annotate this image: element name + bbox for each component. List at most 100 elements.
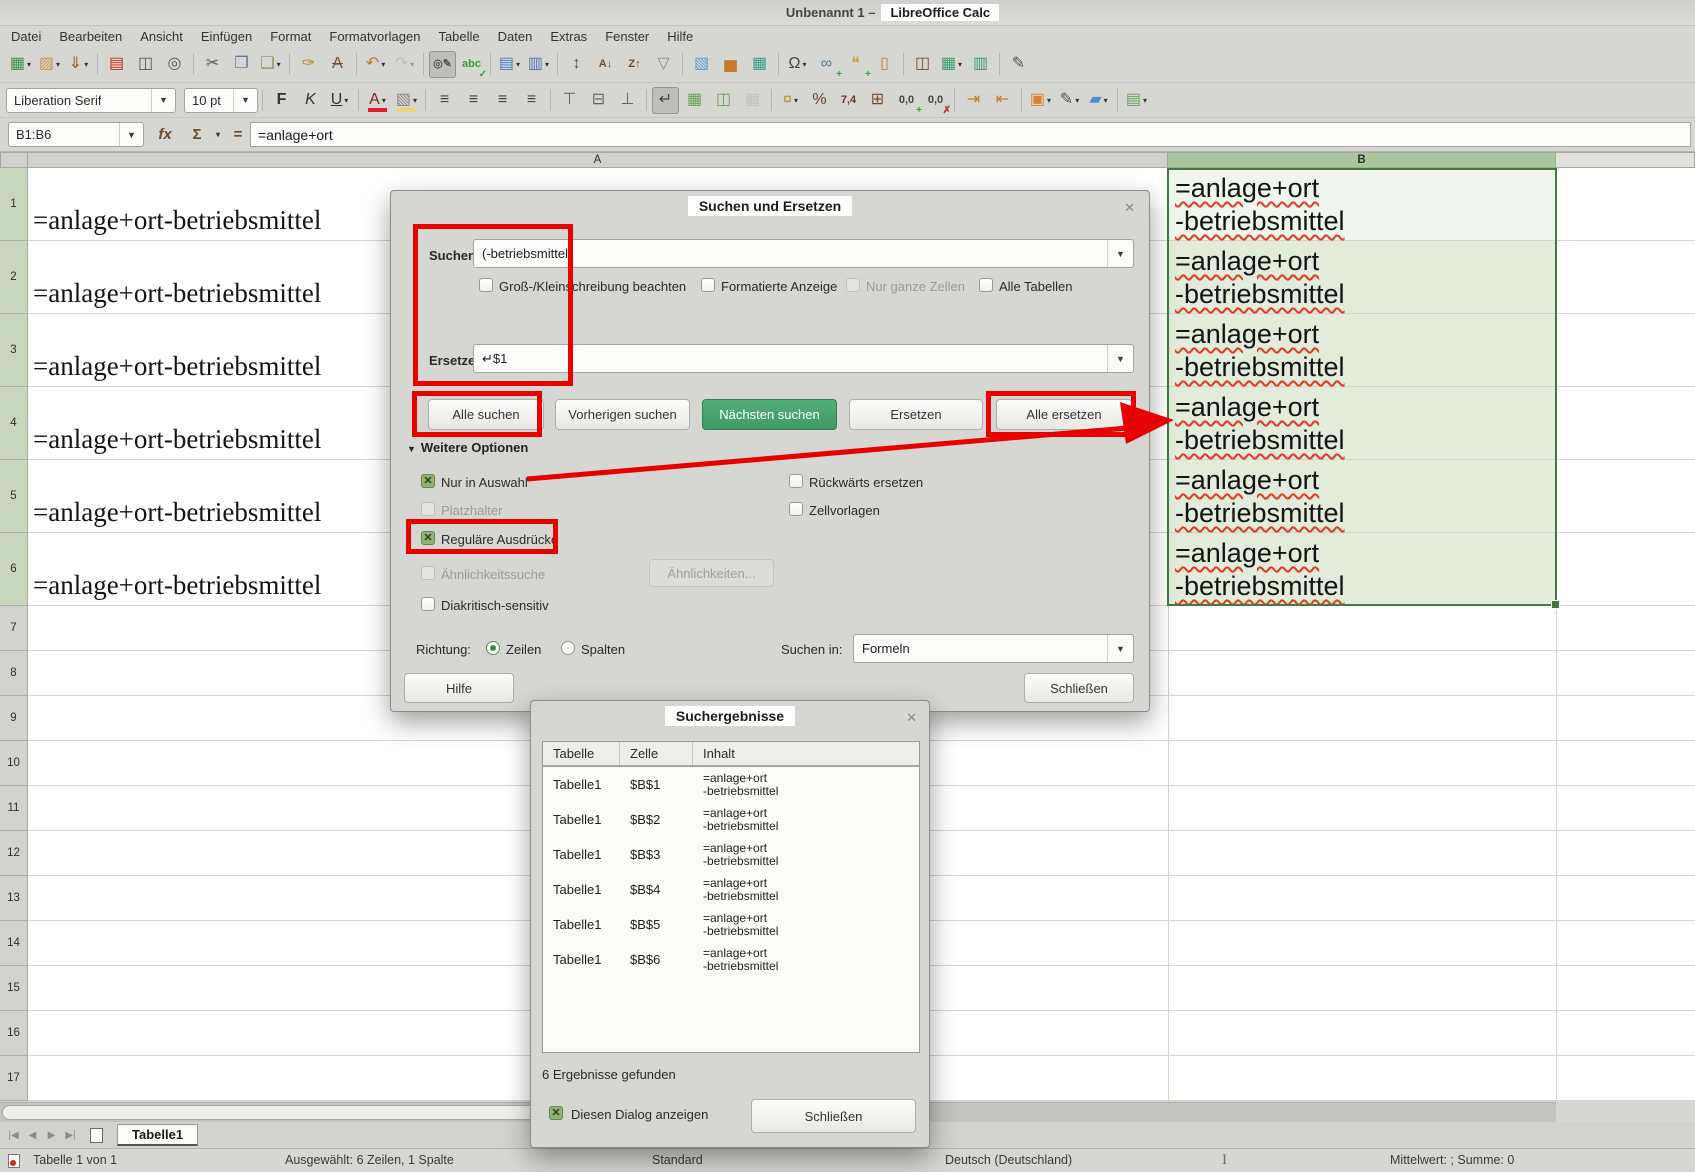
column-icon[interactable]: ▥▾ <box>525 51 552 78</box>
merge-center-icon[interactable]: ◫ <box>710 87 737 114</box>
result-row-b4[interactable]: Tabelle1$B$4=anlage+ort-betriebsmittel <box>543 872 919 907</box>
chevron-down-icon[interactable]: ▾ <box>344 96 348 105</box>
column-header-cell[interactable]: Zelle <box>620 742 693 765</box>
menu-item-daten[interactable]: Daten <box>489 28 542 45</box>
chevron-down-icon[interactable]: ▾ <box>27 60 31 69</box>
selection-fill-handle[interactable] <box>1551 600 1560 609</box>
formatted-display-checkbox[interactable] <box>701 278 715 292</box>
column-header-partial[interactable] <box>1556 152 1695 168</box>
row-header-8[interactable]: 8 <box>0 651 28 696</box>
show-draw-functions-icon[interactable]: ✎ <box>1005 51 1032 78</box>
dialog-titlebar[interactable]: Suchergebnisse <box>531 708 929 726</box>
font-name-combobox[interactable]: Liberation Serif ▼ <box>6 88 176 113</box>
status-sheet-position[interactable]: Tabelle 1 von 1 <box>33 1153 117 1167</box>
row-header-3[interactable]: 3 <box>0 314 28 387</box>
show-dialog-checkbox[interactable] <box>549 1106 563 1120</box>
replace-button[interactable]: Ersetzen <box>849 399 983 430</box>
bold-icon[interactable]: F <box>268 87 295 114</box>
borders-icon[interactable]: ▣▾ <box>1027 87 1054 114</box>
menu-item-extras[interactable]: Extras <box>541 28 596 45</box>
row-header-2[interactable]: 2 <box>0 241 28 314</box>
align-top-icon[interactable]: ⊤ <box>556 87 583 114</box>
menu-item-format[interactable]: Format <box>261 28 320 45</box>
chevron-down-icon[interactable]: ▾ <box>382 96 386 105</box>
result-row-b6[interactable]: Tabelle1$B$6=anlage+ort-betriebsmittel <box>543 942 919 977</box>
chevron-down-icon[interactable]: ▼ <box>1107 240 1133 267</box>
dialog-titlebar[interactable]: Suchen und Ersetzen <box>391 198 1149 216</box>
all-sheets-checkbox[interactable] <box>979 278 993 292</box>
align-right-icon[interactable]: ≡ <box>489 87 516 114</box>
print-preview-icon[interactable]: ◎ <box>161 51 188 78</box>
freeze-rows-columns-icon[interactable]: ▦▾ <box>938 51 965 78</box>
add-decimal-icon[interactable]: 0,0+ <box>893 87 920 114</box>
equals-icon[interactable]: = <box>228 122 248 147</box>
insert-hyperlink-icon[interactable]: ∞+ <box>813 51 840 78</box>
clear-formatting-icon[interactable]: A <box>324 51 351 78</box>
replace-all-button[interactable]: Alle ersetzen <box>996 399 1132 430</box>
chevron-down-icon[interactable]: ▾ <box>212 122 224 147</box>
row-icon[interactable]: ▤▾ <box>496 51 523 78</box>
insert-image-icon[interactable]: ▧ <box>688 51 715 78</box>
insert-comment-icon[interactable]: ❝+ <box>842 51 869 78</box>
row-header-13[interactable]: 13 <box>0 876 28 921</box>
close-button[interactable]: Schließen <box>1024 673 1134 703</box>
insert-chart-icon[interactable]: ▅ <box>717 51 744 78</box>
select-all-corner[interactable] <box>0 152 28 168</box>
font-color-icon[interactable]: A▾ <box>364 87 391 114</box>
highlighting-color-icon[interactable]: ▧▾ <box>393 87 420 114</box>
chevron-down-icon[interactable]: ▾ <box>1143 96 1147 105</box>
status-language[interactable]: Deutsch (Deutschland) <box>945 1153 1072 1167</box>
chevron-down-icon[interactable]: ▾ <box>381 60 385 69</box>
status-page-style[interactable]: Standard <box>652 1153 703 1167</box>
search-results-list[interactable]: Tabelle Zelle Inhalt Tabelle1$B$1=anlage… <box>542 741 920 1053</box>
wrap-text-icon[interactable]: ↵ <box>652 87 679 114</box>
chevron-down-icon[interactable]: ▾ <box>1047 96 1051 105</box>
justified-icon[interactable]: ≡ <box>518 87 545 114</box>
conditional-formatting-icon[interactable]: ▤▾ <box>1123 87 1150 114</box>
match-case-checkbox[interactable] <box>479 278 493 292</box>
row-header-11[interactable]: 11 <box>0 786 28 831</box>
name-box[interactable]: B1:B6 ▼ <box>8 122 144 147</box>
row-header-10[interactable]: 10 <box>0 741 28 786</box>
menu-item-datei[interactable]: Datei <box>2 28 50 45</box>
find-replace-icon[interactable]: ◎✎ <box>429 51 456 78</box>
autofilter-icon[interactable]: ▽ <box>650 51 677 78</box>
underline-icon[interactable]: U▾ <box>326 87 353 114</box>
current-selection-only-checkbox[interactable] <box>421 474 435 488</box>
row-header-14[interactable]: 14 <box>0 921 28 966</box>
menu-item-einfügen[interactable]: Einfügen <box>192 28 261 45</box>
help-button[interactable]: Hilfe <box>404 673 514 703</box>
close-icon[interactable]: ✕ <box>906 710 917 726</box>
search-input[interactable]: (-betriebsmittel) ▼ <box>473 239 1134 268</box>
menu-item-fenster[interactable]: Fenster <box>596 28 658 45</box>
row-header-12[interactable]: 12 <box>0 831 28 876</box>
formula-input[interactable]: =anlage+ort <box>250 122 1691 147</box>
regular-expressions-checkbox[interactable] <box>421 531 435 545</box>
other-options-expander[interactable]: ▼Weitere Optionen <box>407 440 528 455</box>
chevron-down-icon[interactable]: ▼ <box>1107 635 1133 662</box>
chevron-down-icon[interactable]: ▾ <box>802 60 806 69</box>
sort-icon[interactable]: ↕ <box>563 51 590 78</box>
insert-pivot-table-icon[interactable]: ▦ <box>746 51 773 78</box>
find-all-button[interactable]: Alle suchen <box>428 399 544 430</box>
export-pdf-icon[interactable]: ▤ <box>103 51 130 78</box>
row-header-17[interactable]: 17 <box>0 1056 28 1101</box>
new-document-icon[interactable]: ▦▾ <box>7 51 34 78</box>
column-header-b[interactable]: B <box>1168 152 1556 168</box>
close-icon[interactable]: ✕ <box>1124 200 1135 216</box>
number-format-icon[interactable]: 7,4 <box>835 87 862 114</box>
copy-icon[interactable]: ❐ <box>228 51 255 78</box>
row-header-16[interactable]: 16 <box>0 1011 28 1056</box>
chevron-down-icon[interactable]: ▾ <box>1075 96 1079 105</box>
status-selection-info[interactable]: Ausgewählt: 6 Zeilen, 1 Spalte <box>285 1153 454 1167</box>
find-previous-button[interactable]: Vorherigen suchen <box>555 399 690 430</box>
print-area-icon[interactable]: ◫ <box>909 51 936 78</box>
row-header-4[interactable]: 4 <box>0 387 28 460</box>
menu-item-hilfe[interactable]: Hilfe <box>658 28 702 45</box>
previous-sheet-icon[interactable]: ◀ <box>23 1130 42 1141</box>
chevron-down-icon[interactable]: ▾ <box>1104 96 1108 105</box>
save-icon[interactable]: ⇓▾ <box>65 51 92 78</box>
cut-icon[interactable]: ✂ <box>199 51 226 78</box>
italic-icon[interactable]: K <box>297 87 324 114</box>
row-header-15[interactable]: 15 <box>0 966 28 1011</box>
